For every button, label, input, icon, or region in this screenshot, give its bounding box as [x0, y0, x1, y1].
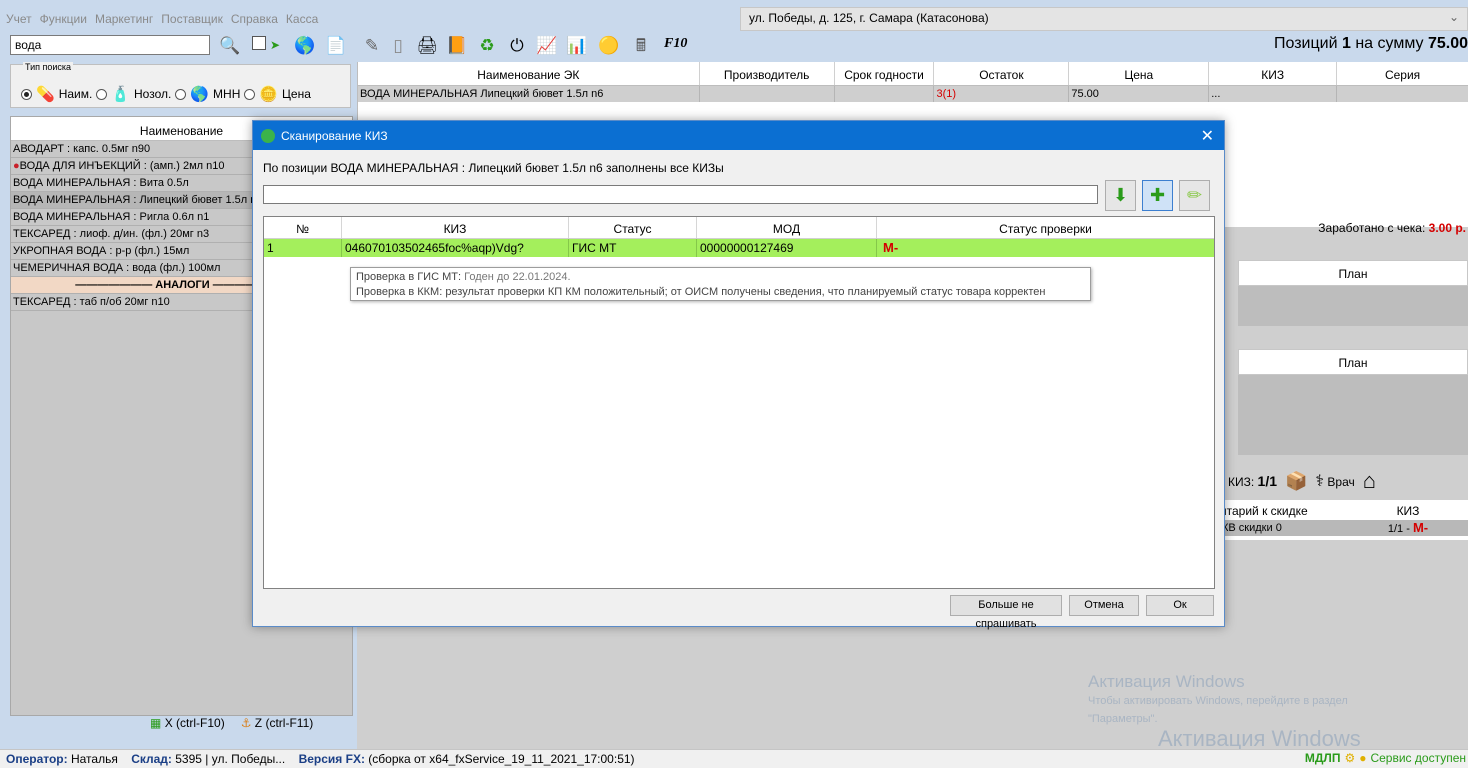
dialog-info: По позиции ВОДА МИНЕРАЛЬНАЯ : Липецкий б… [263, 161, 724, 175]
home-icon[interactable]: ⌂ [1363, 468, 1376, 494]
z-report-button[interactable]: ⚓ Z (ctrl-F11) [241, 716, 314, 730]
col-kiz[interactable]: КИЗ [342, 217, 569, 238]
download-arrow-icon[interactable]: ⬇ [1105, 180, 1136, 211]
menu-item-cashbox[interactable]: Касса [286, 12, 318, 26]
printer-icon[interactable]: 🖨 [415, 33, 439, 57]
power-icon[interactable]: ⏻ [505, 33, 529, 57]
col-kiz[interactable]: КИЗ [1209, 62, 1338, 85]
box-icon[interactable]: 📦 [1285, 471, 1307, 492]
radio-price[interactable] [244, 88, 256, 100]
checkbox[interactable] [252, 36, 266, 50]
scan-kiz-dialog: Сканирование КИЗ ✕ По позиции ВОДА МИНЕР… [252, 120, 1225, 630]
col-mod[interactable]: МОД [697, 217, 877, 238]
search-type-legend: Тип поиска [23, 62, 74, 72]
menu-item-help[interactable]: Справка [231, 12, 278, 26]
stethoscope-icon: ⚕ [1315, 473, 1325, 490]
mdlp-status: МДЛП ⚙ ● Сервис доступен [1304, 751, 1466, 765]
col-expiry[interactable]: Срок годности [835, 62, 935, 85]
z-report-icon: ⚓ [240, 716, 252, 730]
search-icon[interactable]: 🔍 [219, 34, 241, 56]
dialog-title-bar[interactable]: Сканирование КИЗ ✕ [253, 121, 1224, 150]
bar-chart-icon[interactable]: 📊 [565, 33, 589, 57]
cancel-button[interactable]: Отмена [1069, 595, 1139, 616]
positions-summary: Позиций 1 на сумму 75.00 [1273, 35, 1468, 52]
col-ek-name[interactable]: Наименование ЭК [358, 62, 700, 85]
coins-icon: 🪙 [259, 86, 279, 103]
col-producer[interactable]: Производитель [700, 62, 835, 85]
menu-item-marketing[interactable]: Маркетинг [95, 12, 153, 26]
check-tooltip: Проверка в ГИС МТ: Годен до 22.01.2024. … [350, 267, 1091, 301]
app-icon [261, 128, 275, 143]
globe-icon[interactable]: 🌎 [293, 33, 317, 57]
table-row[interactable]: КВ скидки 0 1/1 - М- [1220, 520, 1468, 536]
status-bar: Оператор: Наталья Склад: 5395 | ул. Побе… [0, 749, 1468, 768]
contacts-book-icon[interactable]: 📙 [445, 33, 469, 57]
col-series[interactable]: Серия [1337, 62, 1468, 85]
globe-icon: 🌎 [190, 86, 210, 103]
dont-ask-button[interactable]: Больше не спрашивать [950, 595, 1062, 630]
col-check-status[interactable]: Статус проверки [877, 217, 1214, 238]
radio-name-label: Наим. [58, 87, 93, 101]
plan-area-2 [1238, 375, 1468, 455]
menu-item-functions[interactable]: Функции [40, 12, 87, 26]
phone-icon[interactable]: ▯ [388, 33, 408, 57]
col-number[interactable]: № [264, 217, 342, 238]
x-report-button[interactable]: ▦ X (ctrl-F10) [150, 716, 225, 730]
windows-activation-line2: "Параметры". [1088, 713, 1158, 725]
address-select[interactable]: ул. Победы, д. 125, г. Самара (Катасонов… [740, 7, 1468, 31]
refresh-icon[interactable]: ♻ [475, 33, 499, 57]
gear-icon: ⚙ [1344, 751, 1356, 765]
scan-input[interactable] [263, 185, 1098, 204]
bottle-icon: 🧴 [111, 86, 131, 103]
dialog-title: Сканирование КИЗ [281, 128, 388, 143]
plan-header-1: План [1238, 260, 1468, 286]
chevron-down-icon: ⌄ [1448, 10, 1459, 24]
document-icon[interactable]: 📄 [325, 33, 347, 57]
windows-activation-title: Активация Windows [1088, 672, 1245, 691]
chart-icon[interactable]: 📈 [535, 33, 559, 57]
radio-nosology-label: Нозол. [134, 87, 172, 101]
close-icon[interactable]: ✕ [1201, 126, 1214, 146]
table-row[interactable]: 1 046070103502465foc%aqp)Vdg? ГИС МТ 000… [264, 239, 1214, 257]
stop-icon: ● [13, 160, 20, 172]
col-price[interactable]: Цена [1069, 62, 1210, 85]
ok-button[interactable]: Ок [1146, 595, 1214, 616]
x-report-icon: ▦ [150, 716, 162, 730]
menu-item-accounting[interactable]: Учет [6, 12, 32, 26]
col-stock[interactable]: Остаток [934, 62, 1070, 85]
menu-item-supplier[interactable]: Поставщик [161, 12, 223, 26]
radio-mnn-label: МНН [213, 87, 241, 101]
search-input[interactable] [10, 35, 210, 55]
radio-nosology[interactable] [96, 88, 108, 100]
pill-icon: 💊 [36, 86, 55, 103]
windows-activation-line1: Чтобы активировать Windows, перейдите в … [1088, 695, 1348, 707]
radio-mnn[interactable] [175, 88, 187, 100]
address-value: ул. Победы, д. 125, г. Самара (Катасонов… [749, 11, 989, 25]
xz-report-bar: ▦ X (ctrl-F10) ⚓ Z (ctrl-F11) [150, 716, 313, 730]
col-status[interactable]: Статус [569, 217, 697, 238]
plan-area-1 [1238, 286, 1468, 326]
kiz-summary-bar: КИЗ: 1/1 📦 ⚕ Врач ⌂ [1228, 466, 1468, 496]
radio-name[interactable] [21, 88, 32, 100]
badge-icon[interactable]: 🟡 [597, 33, 621, 57]
leaf-icon: ➤ [269, 38, 281, 52]
doctor-button[interactable]: ⚕ Врач [1315, 471, 1354, 491]
kiz-discount-table: нтарий к скидке КИЗ КВ скидки 0 1/1 - М- [1220, 500, 1468, 540]
table-row[interactable]: ВОДА МИНЕРАЛЬНАЯ Липецкий бювет 1.5л n6 … [358, 86, 1468, 102]
menu-bar: Учет Функции Маркетинг Поставщик Справка… [0, 6, 735, 32]
search-type-group: Тип поиска 💊 Наим. 🧴 Нозол. 🌎 МНН 🪙 Цена [10, 62, 351, 108]
stamp-icon[interactable]: ✎ [360, 33, 384, 57]
f10-label[interactable]: F10 [664, 36, 687, 52]
add-icon[interactable]: ✚ [1142, 180, 1173, 211]
earned-from-receipt: Заработано с чека: 3.00 р. [1318, 221, 1466, 235]
cash-register-icon[interactable]: 🖩 [627, 33, 655, 57]
eraser-icon[interactable]: ✏ [1179, 180, 1210, 211]
status-icon: ● [1359, 751, 1367, 765]
kiz-count: КИЗ: 1/1 [1228, 473, 1277, 489]
radio-price-label: Цена [282, 87, 311, 101]
plan-header-2: План [1238, 349, 1468, 375]
